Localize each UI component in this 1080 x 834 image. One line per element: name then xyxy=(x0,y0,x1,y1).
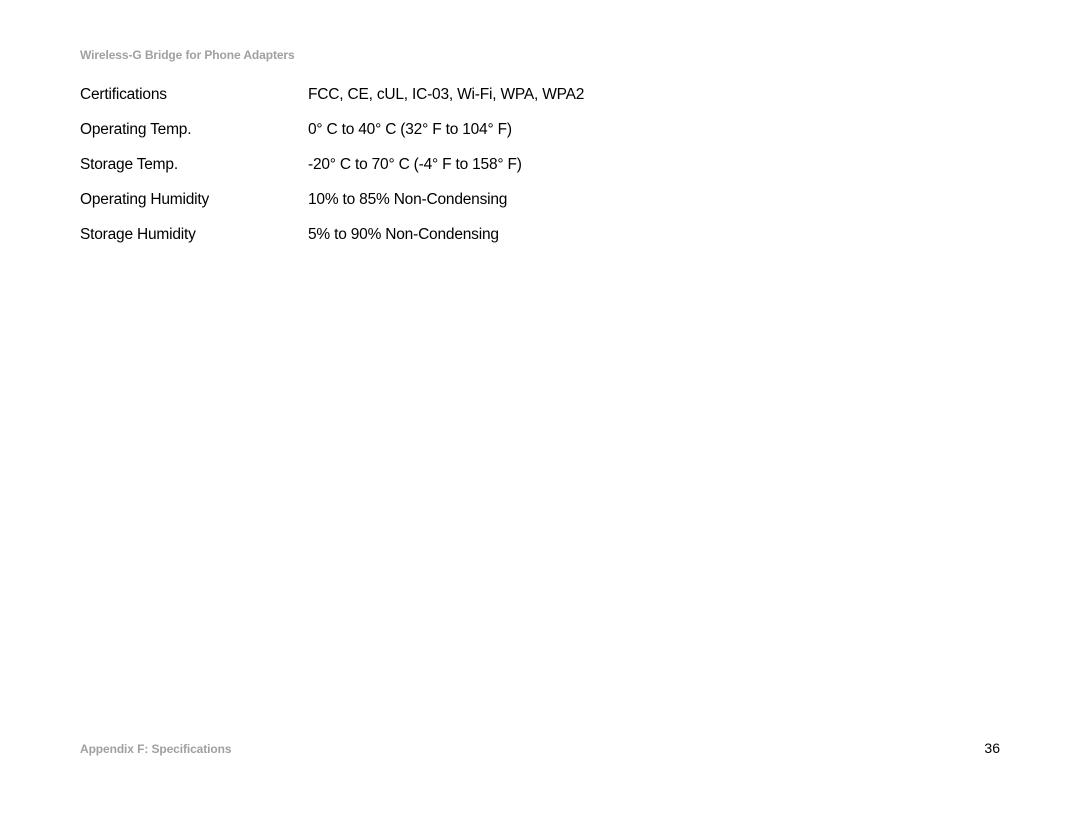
spec-row-operating-humidity: Operating Humidity 10% to 85% Non-Conden… xyxy=(80,191,1000,209)
spec-row-storage-temp: Storage Temp. -20° C to 70° C (-4° F to … xyxy=(80,156,1000,174)
spec-value: FCC, CE, cUL, IC-03, Wi-Fi, WPA, WPA2 xyxy=(308,86,584,104)
specifications-table: Certifications FCC, CE, cUL, IC-03, Wi-F… xyxy=(80,86,1000,244)
document-header-title: Wireless-G Bridge for Phone Adapters xyxy=(80,48,1000,62)
spec-value: 0° C to 40° C (32° F to 104° F) xyxy=(308,121,512,139)
spec-label: Storage Humidity xyxy=(80,226,308,244)
spec-row-operating-temp: Operating Temp. 0° C to 40° C (32° F to … xyxy=(80,121,1000,139)
spec-value: 10% to 85% Non-Condensing xyxy=(308,191,507,209)
spec-value: -20° C to 70° C (-4° F to 158° F) xyxy=(308,156,522,174)
footer-appendix-label: Appendix F: Specifications xyxy=(80,742,231,756)
document-page: Wireless-G Bridge for Phone Adapters Cer… xyxy=(0,0,1080,834)
spec-label: Certifications xyxy=(80,86,308,104)
spec-row-storage-humidity: Storage Humidity 5% to 90% Non-Condensin… xyxy=(80,226,1000,244)
spec-label: Storage Temp. xyxy=(80,156,308,174)
document-footer: Appendix F: Specifications 36 xyxy=(80,740,1000,756)
spec-row-certifications: Certifications FCC, CE, cUL, IC-03, Wi-F… xyxy=(80,86,1000,104)
spec-label: Operating Humidity xyxy=(80,191,308,209)
spec-value: 5% to 90% Non-Condensing xyxy=(308,226,499,244)
footer-page-number: 36 xyxy=(984,740,1000,756)
spec-label: Operating Temp. xyxy=(80,121,308,139)
